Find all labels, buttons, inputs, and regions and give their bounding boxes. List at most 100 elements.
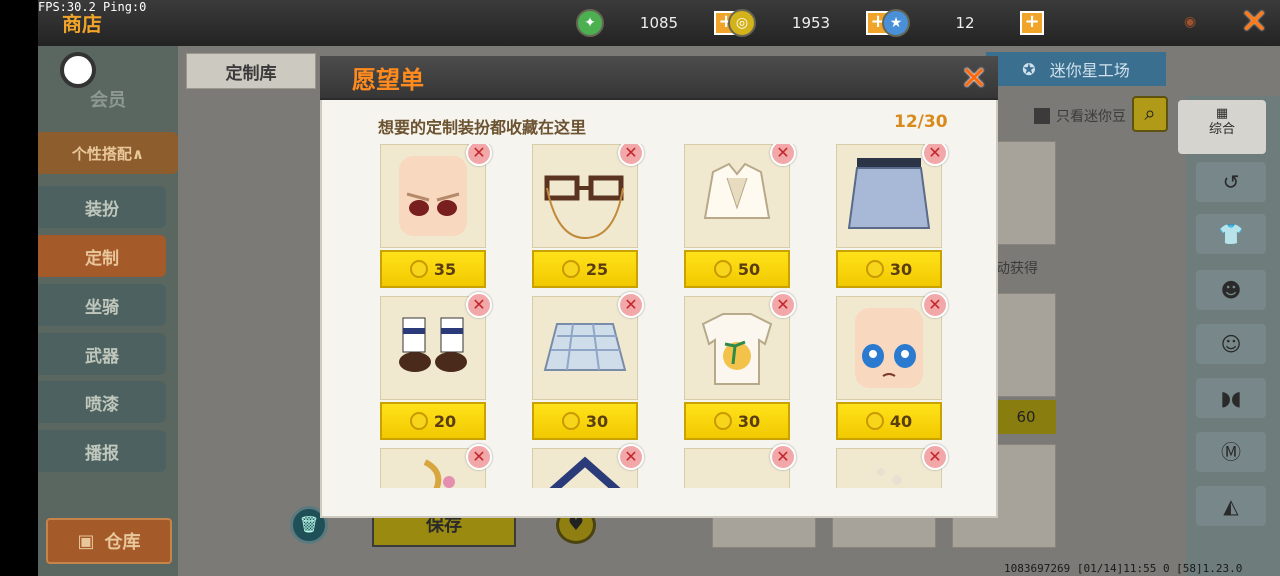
star-icon: ✪ bbox=[1022, 59, 1036, 79]
search-button[interactable]: ⌕ bbox=[1132, 96, 1168, 132]
item-price: 30 bbox=[532, 402, 638, 440]
version-info: 1083697269 [01/14]11:55 0 [58]1.23.0 bbox=[1004, 562, 1243, 575]
sidebar-item-broadcast[interactable]: 播报 bbox=[38, 430, 166, 472]
grid-icon: ▦ bbox=[1215, 106, 1229, 121]
remove-item-button[interactable]: ✕ bbox=[770, 292, 796, 318]
sidebar-item-spray[interactable]: 喷漆 bbox=[38, 381, 166, 423]
remove-item-button[interactable]: ✕ bbox=[466, 292, 492, 318]
wishlist-subtitle: 想要的定制装扮都收藏在这里 bbox=[378, 118, 587, 137]
wishlist-item[interactable]: ✕ bbox=[532, 444, 644, 488]
star-coin-value: 12 bbox=[955, 14, 975, 32]
remove-item-button[interactable]: ✕ bbox=[466, 444, 492, 470]
star-coin-icon: ★ bbox=[882, 9, 910, 37]
face-red-eyes-icon bbox=[399, 156, 467, 236]
hair-icon: ☻ bbox=[1220, 278, 1242, 302]
filter-checkbox[interactable] bbox=[1034, 108, 1050, 124]
face-blue-eyes-icon bbox=[855, 308, 923, 388]
star-coin-counter: ★ 12 + bbox=[882, 9, 1044, 37]
coin-icon bbox=[409, 412, 428, 430]
avatar[interactable] bbox=[60, 52, 96, 88]
category-top[interactable]: Ⓜ bbox=[1196, 432, 1266, 472]
shop-close-button[interactable]: ✕ bbox=[1240, 2, 1269, 42]
remove-item-button[interactable]: ✕ bbox=[618, 144, 644, 166]
category-all-label: 综合 bbox=[1208, 122, 1235, 137]
wishlist-item[interactable]: 40 ✕ bbox=[836, 292, 948, 440]
mini-bean-value: 1085 bbox=[639, 14, 679, 32]
category-recent[interactable]: ↺ bbox=[1196, 162, 1266, 202]
remove-item-button[interactable]: ✕ bbox=[770, 144, 796, 166]
category-shoes[interactable]: ◭ bbox=[1196, 486, 1266, 526]
rss-icon: ◉ bbox=[1184, 14, 1197, 30]
category-hair[interactable]: ☻ bbox=[1196, 270, 1266, 310]
item-price: 30 bbox=[836, 250, 942, 288]
palm-tshirt-icon bbox=[701, 313, 773, 385]
wishlist-title: 愿望单 bbox=[352, 66, 424, 94]
bg-card-shoes[interactable] bbox=[996, 293, 1056, 397]
glasses-chain-icon bbox=[544, 175, 624, 240]
wishlist-item[interactable]: 25 ✕ bbox=[532, 144, 644, 288]
sidebar-item-outfit[interactable]: 装扮 bbox=[38, 186, 166, 228]
workshop-label: 迷你星工场 bbox=[1049, 61, 1130, 80]
coin-icon bbox=[561, 412, 580, 430]
coin-icon bbox=[865, 412, 884, 430]
warehouse-label: 仓库 bbox=[104, 532, 141, 553]
mini-coin-icon: ◎ bbox=[728, 9, 756, 37]
item-price: 25 bbox=[532, 250, 638, 288]
mask-icon: ◗◖ bbox=[1220, 386, 1242, 410]
wishlist-item[interactable]: 30 ✕ bbox=[684, 292, 796, 440]
wishlist-count: 12/30 bbox=[894, 112, 948, 132]
item-price: 40 bbox=[836, 402, 942, 440]
remove-item-button[interactable]: ✕ bbox=[618, 292, 644, 318]
wishlist-item[interactable]: 20 ✕ bbox=[380, 292, 492, 440]
coin-icon bbox=[409, 260, 428, 278]
category-all[interactable]: ▦ 综合 bbox=[1178, 100, 1266, 154]
member-label[interactable]: 会员 bbox=[90, 86, 126, 112]
remove-item-button[interactable]: ✕ bbox=[618, 444, 644, 470]
remove-item-button[interactable]: ✕ bbox=[922, 444, 948, 470]
coin-icon bbox=[713, 260, 732, 278]
category-face[interactable]: ☺ bbox=[1196, 324, 1266, 364]
chest-icon: ▣ bbox=[77, 530, 95, 552]
sidebar-item-personal-match[interactable]: 个性搭配∧ bbox=[38, 132, 178, 174]
mini-bean-counter: ✦ 1085 + bbox=[576, 9, 738, 37]
shop-title: 商店 bbox=[62, 12, 102, 36]
sidebar-item-mount[interactable]: 坐骑 bbox=[38, 284, 166, 326]
filter-mini-bean[interactable]: 只看迷你豆 bbox=[1034, 106, 1126, 126]
coin-icon bbox=[713, 412, 732, 430]
item-price: 50 bbox=[684, 250, 790, 288]
remove-item-button[interactable]: ✕ bbox=[922, 292, 948, 318]
item-price: 20 bbox=[380, 402, 486, 440]
item-price: 30 bbox=[684, 402, 790, 440]
sidebar-item-custom[interactable]: 定制 bbox=[38, 235, 166, 277]
wishlist-item[interactable]: 50 ✕ bbox=[684, 144, 796, 288]
shirt-icon: 👕 bbox=[1218, 222, 1244, 246]
sidebar-item-weapon[interactable]: 武器 bbox=[38, 333, 166, 375]
coin-icon bbox=[865, 260, 884, 278]
search-icon: ⌕ bbox=[1144, 101, 1156, 125]
workshop-button[interactable]: ✪ 迷你星工场 bbox=[986, 52, 1166, 86]
blue-skirt-icon bbox=[847, 158, 931, 229]
wishlist-item[interactable]: ✕ bbox=[836, 444, 948, 488]
mini-coin-counter: ◎ 1953 + bbox=[728, 9, 890, 37]
mini-coin-value: 1953 bbox=[791, 14, 831, 32]
category-mask[interactable]: ◗◖ bbox=[1196, 378, 1266, 418]
wishlist-item[interactable]: ✕ bbox=[380, 444, 492, 488]
wishlist-item[interactable]: ✕ bbox=[684, 444, 796, 488]
category-body[interactable]: 👕 bbox=[1196, 214, 1266, 254]
warehouse-button[interactable]: ▣ 仓库 bbox=[46, 518, 172, 564]
sock-shoes-icon bbox=[399, 317, 467, 372]
coin-icon bbox=[561, 260, 580, 278]
tab-custom-library[interactable]: 定制库 bbox=[186, 53, 316, 89]
remove-item-button[interactable]: ✕ bbox=[466, 144, 492, 166]
wishlist-item[interactable]: 35 ✕ bbox=[380, 144, 492, 288]
plaid-skirt-icon bbox=[543, 323, 627, 371]
wishlist-item[interactable]: 30 ✕ bbox=[532, 292, 644, 440]
filter-label: 只看迷你豆 bbox=[1056, 109, 1126, 125]
wishlist-close-button[interactable]: ✕ bbox=[954, 60, 994, 96]
bg-card-price: 60 bbox=[996, 400, 1056, 434]
wishlist-item[interactable]: 30 ✕ bbox=[836, 144, 948, 288]
bg-card-face[interactable] bbox=[996, 141, 1056, 245]
star-coin-add-button[interactable]: + bbox=[1020, 11, 1044, 35]
remove-item-button[interactable]: ✕ bbox=[922, 144, 948, 166]
remove-item-button[interactable]: ✕ bbox=[770, 444, 796, 470]
